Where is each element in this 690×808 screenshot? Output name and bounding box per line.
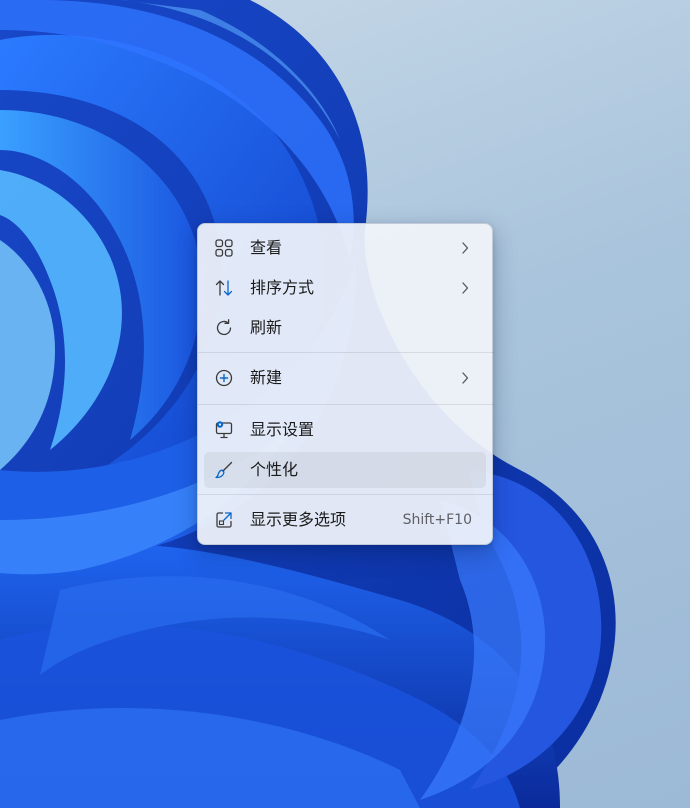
menu-separator xyxy=(198,404,494,405)
menu-item-label: 个性化 xyxy=(250,460,299,479)
menu-item-label: 查看 xyxy=(250,238,283,257)
brush-icon xyxy=(214,460,234,480)
sort-arrows-icon xyxy=(214,278,234,298)
menu-separator xyxy=(198,494,494,495)
open-external-icon xyxy=(214,510,234,530)
menu-item-label: 刷新 xyxy=(250,318,283,337)
menu-item-label: 显示更多选项 xyxy=(250,510,347,529)
menu-item-refresh[interactable]: 刷新 xyxy=(204,310,486,346)
menu-item-personalize[interactable]: 个性化 xyxy=(204,452,486,488)
menu-item-show-more-options[interactable]: 显示更多选项 Shift+F10 xyxy=(204,502,486,538)
chevron-right-icon xyxy=(460,370,470,386)
grid-view-icon xyxy=(214,238,234,258)
chevron-right-icon xyxy=(460,280,470,296)
menu-item-label: 排序方式 xyxy=(250,278,315,297)
menu-item-sort-by[interactable]: 排序方式 xyxy=(204,270,486,306)
menu-item-view[interactable]: 查看 xyxy=(204,230,486,266)
menu-item-label: 新建 xyxy=(250,368,283,387)
refresh-icon xyxy=(214,318,234,338)
plus-circle-icon xyxy=(214,368,234,388)
chevron-right-icon xyxy=(460,240,470,256)
menu-item-new[interactable]: 新建 xyxy=(204,360,486,396)
menu-item-label: 显示设置 xyxy=(250,420,315,439)
menu-item-display-settings[interactable]: 显示设置 xyxy=(204,412,486,448)
menu-separator xyxy=(198,352,494,353)
display-settings-icon xyxy=(214,420,234,440)
desktop-context-menu: 查看 排序方式 刷新 新建 显示设置 个性化 显示更多选项 Shift+F10 xyxy=(197,223,494,545)
shortcut-hint: Shift+F10 xyxy=(402,512,472,528)
